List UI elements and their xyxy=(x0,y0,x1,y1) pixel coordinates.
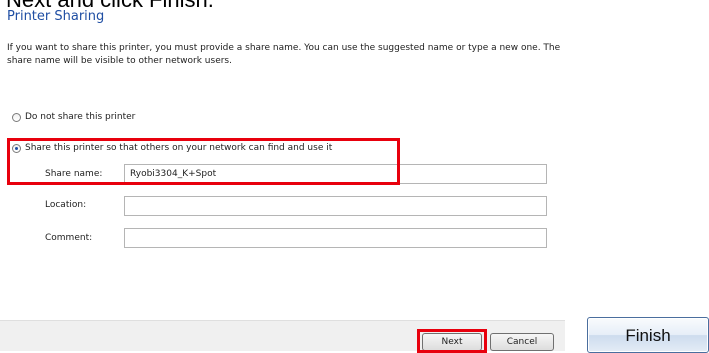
next-button[interactable]: Next xyxy=(422,333,482,351)
share-label: Share this printer so that others on you… xyxy=(25,143,333,153)
location-label: Location: xyxy=(45,200,87,210)
share-name-label: Share name: xyxy=(45,169,103,179)
no-share-option[interactable]: Do not share this printer xyxy=(12,112,135,122)
no-share-radio[interactable] xyxy=(12,112,21,122)
share-radio[interactable] xyxy=(12,143,21,153)
comment-label: Comment: xyxy=(45,233,93,243)
dialog-description: If you want to share this printer, you m… xyxy=(7,43,561,66)
share-name-input[interactable] xyxy=(124,164,547,184)
finish-button[interactable]: Finish xyxy=(587,317,709,353)
dialog-title: Printer Sharing xyxy=(7,9,105,24)
share-option[interactable]: Share this printer so that others on you… xyxy=(12,143,332,153)
no-share-label: Do not share this printer xyxy=(25,112,136,122)
cancel-button[interactable]: Cancel xyxy=(490,333,554,351)
location-input[interactable] xyxy=(124,196,547,216)
comment-input[interactable] xyxy=(124,228,547,248)
